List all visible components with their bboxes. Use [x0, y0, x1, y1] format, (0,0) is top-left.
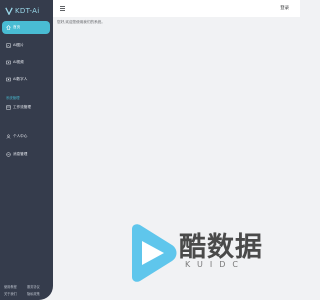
menu-toggle-icon[interactable] — [60, 4, 68, 12]
sidebar-item-label: AI视频 — [13, 60, 24, 64]
sidebar-item-label: 首页 — [13, 25, 21, 29]
sidebar-item-label: AI数字人 — [13, 77, 28, 81]
sidebar-item-home[interactable]: 首页 — [2, 21, 50, 34]
sidebar: KDT-Ai 首页 AI图片 AI视频 AI数字人 系统管理 工作流管理 个人中… — [0, 0, 53, 300]
sidebar-item-profile[interactable]: 个人中心 — [2, 130, 50, 143]
sidebar-item-ai-image[interactable]: AI图片 — [2, 39, 50, 52]
sidebar-footer: 使用教程 服务协议 关于我们 隐私政策 — [4, 284, 50, 296]
top-bar: 登录 — [53, 0, 300, 17]
home-icon — [6, 25, 11, 30]
footer-link-privacy[interactable]: 隐私政策 — [27, 291, 50, 296]
logo-text: KDT-Ai — [15, 7, 40, 15]
footer-link-terms[interactable]: 服务协议 — [27, 284, 50, 289]
watermark: 酷数据 KUIDC — [128, 223, 262, 283]
sidebar-item-label: AI图片 — [13, 43, 24, 47]
app-logo[interactable]: KDT-Ai — [5, 6, 40, 16]
watermark-text: 酷数据 — [179, 232, 263, 263]
sidebar-item-workflow[interactable]: 工作流管理 — [2, 101, 50, 114]
sidebar-item-ai-digital-human[interactable]: AI数字人 — [2, 73, 50, 86]
sidebar-item-ai-video[interactable]: AI视频 — [2, 56, 50, 69]
sidebar-item-label: 消息管理 — [13, 152, 28, 156]
welcome-text: 您好,欢迎您使用我们的系统。 — [57, 20, 105, 24]
sidebar-item-label: 工作流管理 — [13, 105, 31, 109]
image-icon — [6, 43, 11, 48]
message-icon — [6, 152, 11, 157]
digital-human-icon — [6, 77, 11, 82]
user-icon — [6, 134, 11, 139]
footer-link-tutorial[interactable]: 使用教程 — [4, 284, 27, 289]
sidebar-item-label: 个人中心 — [13, 134, 28, 138]
video-icon — [6, 60, 11, 65]
workflow-icon — [6, 105, 11, 110]
watermark-logo-icon — [132, 224, 177, 282]
login-button[interactable]: 登录 — [280, 5, 289, 11]
section-title-system: 系统管理 — [6, 96, 20, 100]
sidebar-item-messages[interactable]: 消息管理 — [2, 148, 50, 161]
watermark-subtext: KUIDC — [185, 260, 245, 269]
logo-icon — [5, 7, 13, 15]
footer-link-about[interactable]: 关于我们 — [4, 291, 27, 296]
